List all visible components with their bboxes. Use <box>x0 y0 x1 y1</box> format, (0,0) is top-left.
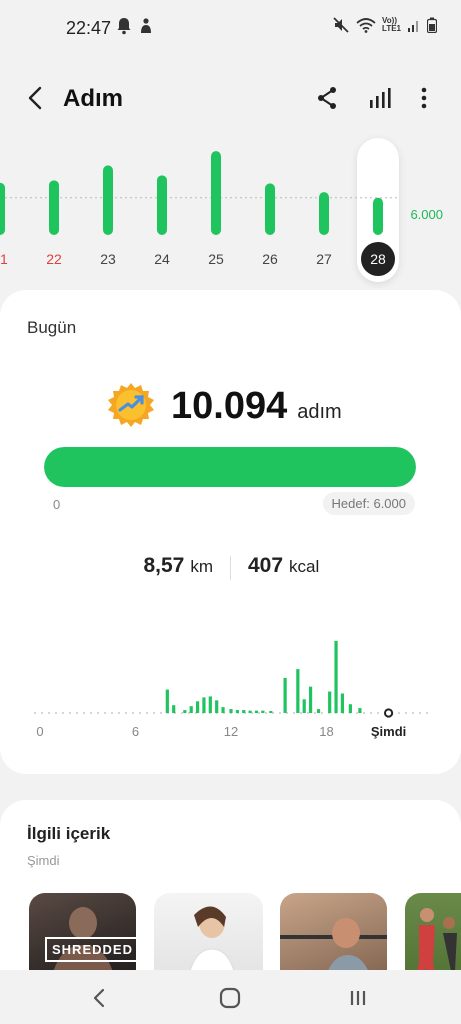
week-day-label-26[interactable]: 26 <box>262 251 278 267</box>
hourly-bar <box>165 689 169 713</box>
nav-home-icon[interactable] <box>216 984 244 1012</box>
week-day-label-21[interactable]: 21 <box>0 251 8 267</box>
mute-icon <box>333 17 349 33</box>
steps-value: 10.094 <box>171 385 288 427</box>
goal-line-label: 6.000 <box>410 207 443 222</box>
distance-stat: 8,57 km <box>143 554 213 578</box>
week-bar-27[interactable] <box>319 192 329 235</box>
lte-label: Vo)) LTE1 <box>382 16 401 33</box>
week-day-label-25[interactable]: 25 <box>208 251 224 267</box>
hourly-tick-label: 6 <box>132 724 139 739</box>
distance-value: 8,57 <box>143 554 185 577</box>
hourly-bar <box>348 704 352 713</box>
hourly-bar <box>183 710 187 713</box>
share-icon[interactable] <box>313 84 341 112</box>
status-time: 22:47 <box>66 18 112 38</box>
hourly-bar <box>172 705 176 713</box>
status-bar: 22:47 Vo)) LTE1 <box>0 0 461 58</box>
notification-bell-icon <box>117 18 131 35</box>
weekly-steps-chart: 21 22 23 24 25 26 27 28 6.000 <box>0 138 461 284</box>
signal-icon <box>408 21 418 32</box>
week-day-label-22[interactable]: 22 <box>46 251 62 267</box>
progress-min-label: 0 <box>53 497 61 512</box>
hourly-bar <box>254 710 259 713</box>
app-header: Adım <box>0 76 461 120</box>
today-label: Bugün <box>27 318 77 337</box>
hourly-bar <box>328 691 332 713</box>
hourly-tick-label: 0 <box>36 724 43 739</box>
goal-progress-fill <box>44 447 416 487</box>
week-day-label-23[interactable]: 23 <box>100 251 116 267</box>
shredded-badge: SHREDDED <box>45 937 136 962</box>
hourly-bar <box>261 710 265 713</box>
week-bar-22[interactable] <box>49 180 59 235</box>
related-subtitle: Şimdi <box>27 853 60 868</box>
week-day-label-28[interactable]: 28 <box>370 251 386 267</box>
nav-recents-icon[interactable] <box>344 984 372 1012</box>
hourly-bar <box>202 697 206 713</box>
hourly-bar <box>302 699 306 713</box>
hourly-tick-label: Şimdi <box>371 724 406 739</box>
hourly-bar <box>334 640 338 713</box>
week-day-label-27[interactable]: 27 <box>316 251 332 267</box>
week-bar-25[interactable] <box>211 151 221 235</box>
hourly-bar <box>296 669 300 713</box>
week-bar-28[interactable] <box>373 197 383 235</box>
hourly-tick-label: 12 <box>224 724 238 739</box>
stats-divider <box>230 556 231 580</box>
bar-chart-icon[interactable] <box>366 84 394 112</box>
hourly-bar <box>269 711 273 713</box>
calories-unit: kcal <box>289 557 320 576</box>
achievement-medal-icon <box>108 383 154 427</box>
week-bar-26[interactable] <box>265 183 275 235</box>
distance-unit: km <box>190 557 213 576</box>
hourly-bar <box>358 708 362 713</box>
steps-unit: adım <box>297 401 342 423</box>
hourly-bar <box>242 710 246 713</box>
hourly-bar <box>283 677 287 713</box>
calories-stat: 407 kcal <box>248 554 319 578</box>
week-bar-21[interactable] <box>0 182 5 235</box>
week-day-label-24[interactable]: 24 <box>154 251 170 267</box>
hourly-bar <box>229 709 233 713</box>
week-bar-24[interactable] <box>157 175 167 235</box>
goal-progress-bar <box>44 447 416 487</box>
hourly-bar <box>308 686 313 713</box>
stats-row: 8,57 km 407 kcal <box>0 554 461 584</box>
hourly-tick-label: 18 <box>319 724 333 739</box>
hourly-bar <box>248 710 252 713</box>
hourly-bar <box>189 706 193 713</box>
page-title: Adım <box>63 85 123 112</box>
nav-back-icon[interactable] <box>86 984 114 1012</box>
hourly-bar <box>235 710 239 713</box>
hourly-bar <box>195 701 200 713</box>
system-nav-bar <box>0 970 461 1024</box>
hourly-bar <box>316 709 321 713</box>
hourly-bar <box>340 693 345 713</box>
hourly-steps-chart: 0 6 12 18 Şimdi <box>34 640 428 739</box>
hourly-bar <box>221 707 225 713</box>
activity-person-icon <box>141 18 151 33</box>
weekly-bars: 21 22 23 24 25 26 27 28 <box>0 151 400 276</box>
wifi-icon <box>356 18 376 33</box>
battery-icon <box>427 17 437 33</box>
related-title: İlgili içerik <box>27 824 111 843</box>
hourly-bar <box>215 700 219 713</box>
calories-value: 407 <box>248 554 284 577</box>
now-marker <box>383 708 394 718</box>
hourly-bar <box>208 696 212 713</box>
week-bar-23[interactable] <box>103 165 113 235</box>
steps-summary: 10.094 adım <box>171 385 342 428</box>
today-card: Bugün 10.094 adım 0 Hedef: 6.000 8,57 km… <box>0 290 461 774</box>
back-arrow-icon[interactable] <box>22 84 50 112</box>
goal-chip: Hedef: 6.000 <box>322 492 415 515</box>
more-options-icon[interactable] <box>410 84 438 112</box>
